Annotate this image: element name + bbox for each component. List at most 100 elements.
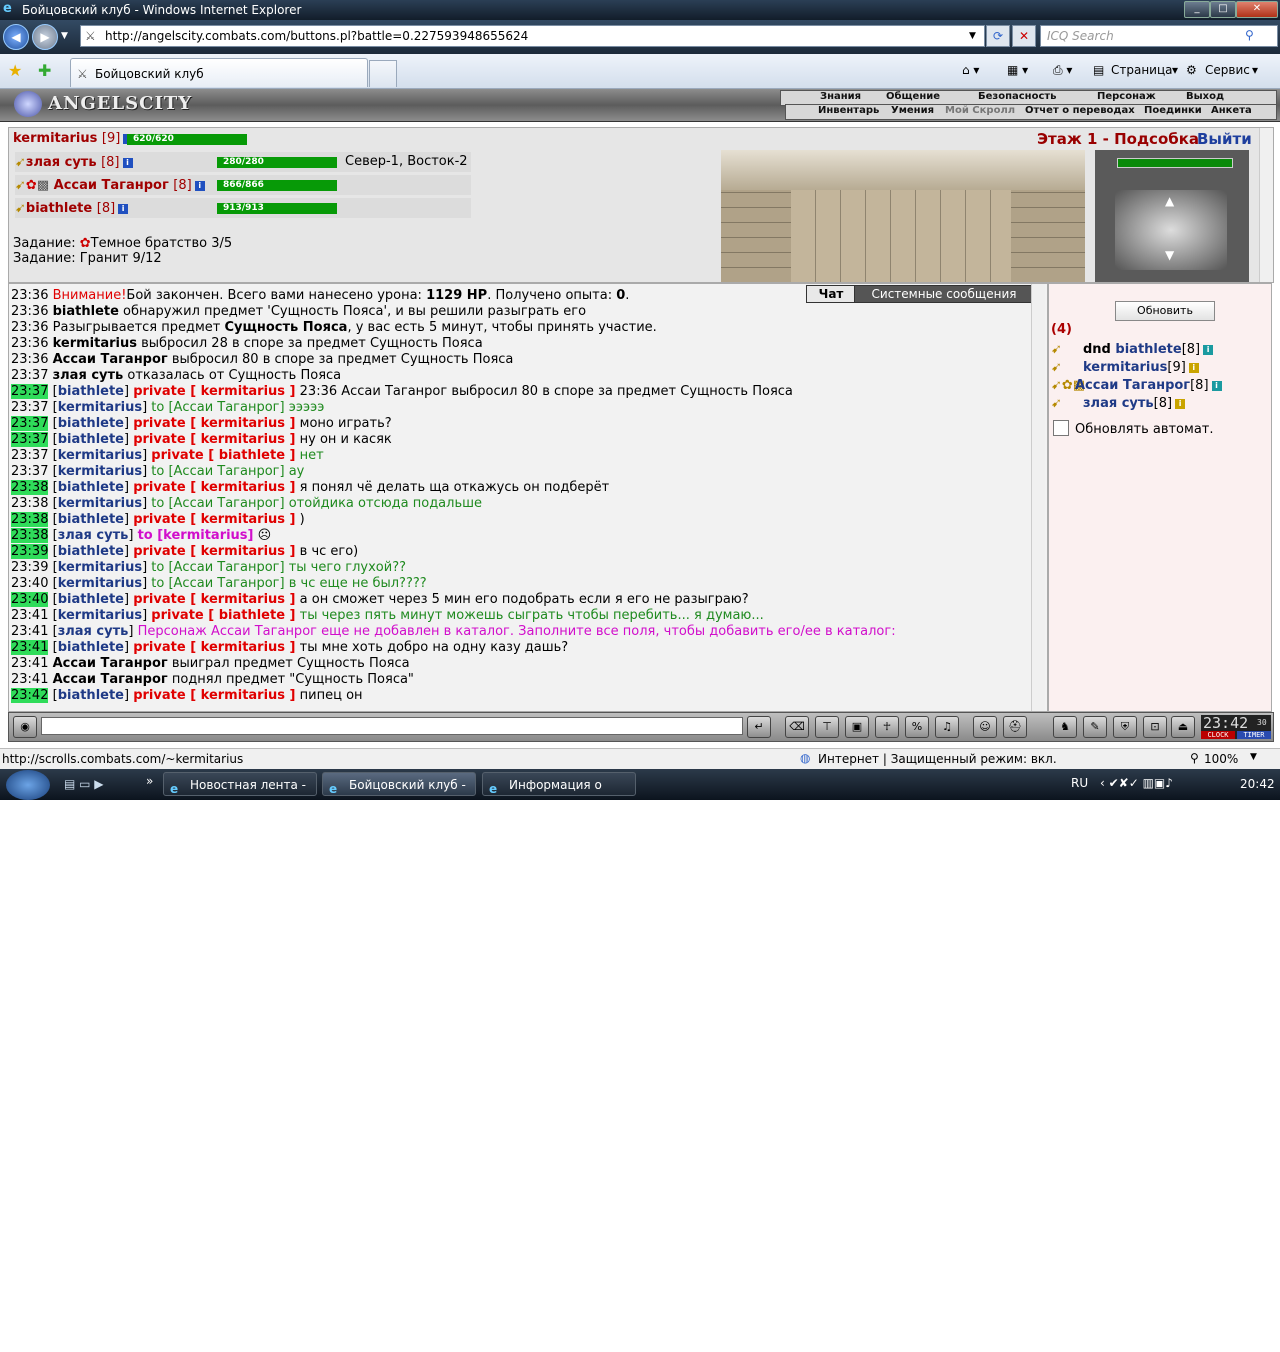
message-time[interactable]: 23:37	[11, 416, 49, 431]
start-button[interactable]	[6, 770, 50, 800]
panel-scrollbar[interactable]	[1259, 128, 1273, 282]
party-member-name[interactable]: злая суть	[26, 155, 97, 170]
chat-nick[interactable]: biathlete	[58, 384, 124, 399]
tab-chat[interactable]: Чат	[806, 285, 856, 303]
maximize-button[interactable]: □	[1210, 1, 1236, 18]
send-icon[interactable]: ↵	[747, 716, 771, 738]
private-tag[interactable]: private [ kermitarius ]	[133, 688, 295, 703]
chat-nick[interactable]: kermitarius	[58, 608, 142, 623]
quicklaunch-more-icon[interactable]: »	[146, 774, 153, 788]
message-time[interactable]: 23:39	[11, 544, 49, 559]
tab-combats[interactable]: ⚔ Бойцовский клуб	[70, 58, 368, 87]
info-icon[interactable]: i	[194, 180, 205, 191]
user-arrow-icon[interactable]: ➹✿▩	[1051, 378, 1085, 393]
menu-exit[interactable]: Выход	[1186, 91, 1224, 104]
private-tag[interactable]: private [ kermitarius ]	[133, 592, 295, 607]
chat-nick[interactable]: biathlete	[58, 416, 124, 431]
message-time[interactable]: 23:40	[11, 592, 49, 607]
message-time[interactable]: 23:38	[11, 528, 49, 543]
user-arrow-icon[interactable]: ➹	[1051, 360, 1083, 375]
chat-nick[interactable]: biathlete	[58, 432, 124, 447]
party-member[interactable]: ➹злая суть [8] i	[15, 155, 133, 170]
search-input[interactable]: ICQ Search	[1047, 29, 1114, 43]
menu-inventory[interactable]: Инвентарь	[818, 105, 879, 118]
address-dropdown-icon[interactable]: ▼	[969, 31, 976, 41]
menu-battles[interactable]: Поединки	[1144, 105, 1202, 118]
auto-refresh-checkbox[interactable]	[1053, 420, 1069, 436]
add-favorites-icon[interactable]: ✚	[38, 61, 51, 80]
menu-my-scroll[interactable]: Мой Скролл	[945, 105, 1015, 118]
private-tag[interactable]: private [ kermitarius ]	[133, 544, 295, 559]
chat-scrollbar[interactable]	[1031, 284, 1045, 711]
chat-nick[interactable]: biathlete	[58, 512, 124, 527]
tray-icons[interactable]: ‹ ✔✘✓ ▥▣♪	[1100, 776, 1173, 790]
self-player[interactable]: kermitarius [9]i	[13, 131, 134, 146]
message-time[interactable]: 23:36	[11, 320, 48, 335]
private-tag[interactable]: private [ kermitarius ]	[133, 640, 295, 655]
chat-nick[interactable]: злая суть	[58, 528, 129, 543]
private-tag[interactable]: private [ biathlete ]	[151, 608, 295, 623]
chat-nick[interactable]: kermitarius	[58, 560, 142, 575]
message-time[interactable]: 23:38	[11, 480, 49, 495]
private-tag[interactable]: private [ kermitarius ]	[133, 480, 295, 495]
timer-label[interactable]: TIMER	[1237, 731, 1271, 739]
chat-nick[interactable]: злая суть	[58, 624, 129, 639]
online-user[interactable]: ➹ kermitarius[9] i	[1051, 360, 1199, 375]
feeds-icon[interactable]: ▦ ▾	[1007, 63, 1028, 77]
address-bar[interactable]: ⚔ http://angelscity.combats.com/buttons.…	[80, 25, 985, 47]
service-menu[interactable]: Сервис	[1205, 63, 1250, 77]
user-arrow-icon[interactable]: ➹	[1051, 342, 1083, 357]
print-icon[interactable]: ⎙ ▾	[1053, 63, 1072, 78]
message-time[interactable]: 23:36	[11, 336, 48, 351]
info-icon[interactable]: i	[118, 203, 129, 214]
page-menu[interactable]: Страница	[1111, 63, 1173, 77]
menu-transfers[interactable]: Отчет о переводах	[1025, 105, 1135, 118]
user-name[interactable]: злая суть	[1083, 396, 1154, 411]
menu-security[interactable]: Безопасность	[978, 91, 1057, 104]
message-time[interactable]: 23:40	[11, 576, 48, 591]
forward-button[interactable]: ▶	[32, 24, 58, 50]
private-tag[interactable]: private [ biathlete ]	[151, 448, 295, 463]
message-time[interactable]: 23:38	[11, 512, 49, 527]
info-icon[interactable]: i	[122, 157, 133, 168]
refresh-icon[interactable]: ⟳	[986, 25, 1010, 47]
home-icon[interactable]: ⌂ ▾	[962, 63, 979, 77]
message-time[interactable]: 23:39	[11, 560, 48, 575]
chat-nick[interactable]: kermitarius	[58, 448, 142, 463]
message-time[interactable]: 23:37	[11, 432, 49, 447]
message-time[interactable]: 23:38	[11, 496, 48, 511]
user-arrow-icon[interactable]: ➹	[1051, 396, 1083, 411]
tab-system-messages[interactable]: Системные сообщения	[854, 285, 1034, 303]
chat-mode-icon[interactable]: ◉	[13, 716, 37, 738]
search-box[interactable]: ICQ Search ⚲	[1040, 25, 1278, 47]
favorites-star-icon[interactable]: ★	[8, 61, 22, 80]
party-member[interactable]: ➹biathlete [8] i	[15, 201, 129, 216]
party-member-name[interactable]: biathlete	[26, 201, 92, 216]
private-tag[interactable]: private [ kermitarius ]	[133, 416, 295, 431]
clear-icon[interactable]: ⌫	[785, 716, 809, 738]
message-time[interactable]: 23:41	[11, 624, 48, 639]
info-icon[interactable]: i	[1188, 362, 1199, 373]
chat-nick[interactable]: biathlete	[58, 592, 124, 607]
user-name[interactable]: biathlete	[1115, 342, 1181, 357]
quicklaunch-icon[interactable]: ▤ ▭ ▶	[64, 777, 104, 791]
self-name[interactable]: kermitarius	[13, 131, 97, 146]
scroll-icon[interactable]: ✎	[1083, 716, 1107, 738]
page-menu-icon[interactable]: ▤	[1093, 63, 1104, 77]
task-info[interactable]: e Информация о Асс...	[482, 772, 636, 816]
message-time[interactable]: 23:36	[11, 304, 48, 319]
filter-icon[interactable]: ⊤	[815, 716, 839, 738]
private-tag[interactable]: private [ kermitarius ]	[133, 512, 295, 527]
address-input[interactable]: http://angelscity.combats.com/buttons.pl…	[105, 29, 528, 43]
gear-icon[interactable]: ⚙	[1186, 63, 1197, 77]
online-user[interactable]: ➹ злая суть[8] i	[1051, 396, 1186, 411]
sound-icon[interactable]: ♫	[935, 716, 959, 738]
history-dropdown-icon[interactable]: ▼	[61, 31, 68, 41]
message-time[interactable]: 23:37	[11, 384, 49, 399]
info-icon[interactable]: i	[1211, 380, 1222, 391]
search-icon[interactable]: ⚲	[1245, 28, 1254, 42]
armor-icon[interactable]: ⛨	[1113, 716, 1137, 738]
language-indicator[interactable]: RU	[1071, 776, 1088, 790]
message-time[interactable]: 23:37	[11, 400, 48, 415]
transfer-icon[interactable]: %	[905, 716, 929, 738]
